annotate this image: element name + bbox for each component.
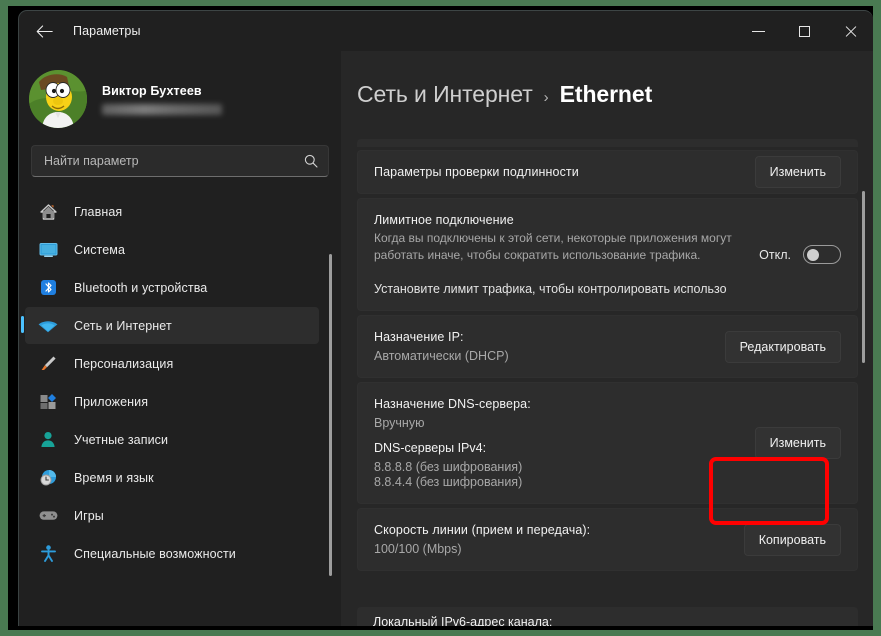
speed-copy-button[interactable]: Копировать [743,523,841,556]
card-speed-body: Скорость линии (прием и передача): 100/1… [374,509,744,570]
card-ipv6-partial: Локальный IPv6-адрес канала: [357,607,858,626]
dns-change-button[interactable]: Изменить [754,427,841,459]
metered-toggle-label: Откл. [759,247,791,262]
title-bar: Параметры [19,11,873,51]
sidebar-item-label: Учетные записи [74,432,169,447]
app-title: Параметры [73,24,141,38]
search-icon [304,154,318,168]
minimize-icon [751,30,765,32]
card-dns-value: Вручную [374,416,425,430]
bluetooth-icon [37,278,59,298]
sidebar-item-label: Специальные возможности [74,546,236,561]
brush-icon [37,354,59,374]
settings-cards: Параметры проверки подлинности Изменить … [357,139,858,575]
system-icon [37,240,59,260]
card-auth-body: Параметры проверки подлинности [374,151,755,193]
window-controls [735,11,873,51]
card-dns-servers-title: DNS-серверы IPv4: [374,441,487,455]
avatar [29,70,87,128]
main-scrollbar[interactable] [862,139,865,619]
card-link-speed: Скорость линии (прием и передача): 100/1… [357,508,858,571]
clock-icon [37,468,59,488]
sidebar-item-label: Время и язык [74,470,154,485]
sidebar-item-label: Приложения [74,394,149,409]
card-ip-title: Назначение IP: [374,330,464,344]
gamepad-icon [37,506,59,526]
sidebar-item-gaming[interactable]: Игры [25,497,319,534]
sidebar-scrollbar-thumb[interactable] [329,254,332,576]
sidebar-scrollbar[interactable] [329,243,332,585]
card-dns-server-1: 8.8.8.8 (без шифрования) [374,460,523,474]
maximize-button[interactable] [781,11,827,51]
toggle-knob [807,249,819,261]
sidebar-item-home[interactable]: Главная [25,193,319,230]
accessibility-icon [37,544,59,564]
sidebar-item-bluetooth[interactable]: Bluetooth и устройства [25,269,319,306]
settings-window: Параметры Виктор Бухтеев Найти параметр … [18,10,873,626]
main-scrollbar-thumb[interactable] [862,191,865,363]
card-metered-description: Когда вы подключены к этой сети, некотор… [374,231,732,262]
sidebar-item-label: Система [74,242,126,257]
account-icon [37,430,59,450]
main-content: Сеть и Интернет › Ethernet Параметры про… [341,51,873,626]
auth-change-button[interactable]: Изменить [754,156,841,188]
account-text: Виктор Бухтеев [102,84,222,115]
search-box[interactable] [31,145,329,177]
sidebar-item-label: Персонализация [74,356,174,371]
close-button[interactable] [827,11,873,51]
sidebar-item-time-language[interactable]: Время и язык [25,459,319,496]
account-block[interactable]: Виктор Бухтеев [19,51,341,129]
card-dns-body: Назначение DNS-сервера: Вручную DNS-серв… [374,383,755,503]
apps-icon [37,392,59,412]
metered-toggle[interactable] [803,245,841,264]
card-metered-body: Лимитное подключение Когда вы подключены… [374,199,759,310]
metered-toggle-group: Откл. [759,245,841,264]
back-button[interactable] [27,16,61,46]
sidebar-item-label: Игры [74,508,104,523]
sidebar-item-apps[interactable]: Приложения [25,383,319,420]
card-auth-title: Параметры проверки подлинности [374,165,579,179]
card-ip-assignment: Назначение IP: Автоматически (DHCP) Реда… [357,315,858,378]
account-email-masked [102,103,222,115]
network-icon [37,316,59,336]
card-metered-note: Установите лимит трафика, чтобы контроли… [374,282,727,296]
maximize-icon [798,25,810,37]
ip-edit-button[interactable]: Редактировать [724,330,841,363]
sidebar-item-accounts[interactable]: Учетные записи [25,421,319,458]
home-icon [37,202,59,222]
sidebar-item-personalization[interactable]: Персонализация [25,345,319,382]
card-partial-above [357,139,858,147]
card-speed-value: 100/100 (Mbps) [374,542,462,556]
page-title: Ethernet [559,81,653,107]
chevron-right-icon: › [543,89,549,106]
account-name: Виктор Бухтеев [102,83,202,98]
card-dns-server-2: 8.8.4.4 (без шифрования) [374,475,523,489]
sidebar-item-label: Сеть и Интернет [74,318,172,333]
card-metered-connection: Лимитное подключение Когда вы подключены… [357,198,858,311]
card-ip-body: Назначение IP: Автоматически (DHCP) [374,316,725,377]
breadcrumb-parent[interactable]: Сеть и Интернет [357,81,533,108]
close-icon [844,25,857,38]
sidebar-item-network[interactable]: Сеть и Интернет [21,307,319,344]
sidebar-nav: Главная Система Bluetooth и устройства С… [19,193,341,572]
sidebar-item-label: Bluetooth и устройства [74,280,208,295]
card-dns-assignment: Назначение DNS-сервера: Вручную DNS-серв… [357,382,858,504]
card-ipv6-title: Локальный IPv6-адрес канала: [373,615,553,626]
card-metered-title: Лимитное подключение [374,213,514,227]
card-ip-value: Автоматически (DHCP) [374,349,509,363]
search-input[interactable] [44,154,304,168]
card-dns-title: Назначение DNS-сервера: [374,397,531,411]
card-speed-title: Скорость линии (прием и передача): [374,523,591,537]
sidebar-item-accessibility[interactable]: Специальные возможности [25,535,319,572]
card-auth-settings: Параметры проверки подлинности Изменить [357,150,858,194]
sidebar: Виктор Бухтеев Найти параметр Главная Си… [19,51,341,626]
sidebar-item-label: Главная [74,204,123,219]
breadcrumb: Сеть и Интернет › Ethernet [357,81,873,108]
sidebar-item-system[interactable]: Система [25,231,319,268]
desktop-background: Параметры Виктор Бухтеев Найти параметр … [0,0,881,636]
minimize-button[interactable] [735,11,781,51]
